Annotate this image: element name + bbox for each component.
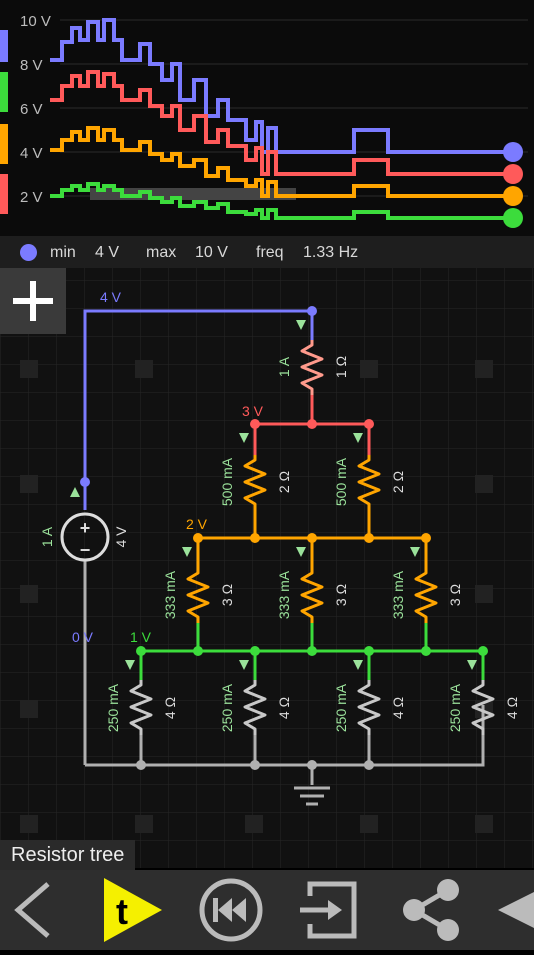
max-value: 10 V (195, 244, 228, 261)
node-voltage-3v: 3 V (242, 403, 264, 419)
channel-handle-red[interactable] (503, 164, 523, 184)
node-voltage-1v: 1 V (130, 629, 152, 645)
rewind-button[interactable] (196, 870, 266, 950)
scope-info-bar: min 4 V max 10 V freq 1.33 Hz (0, 236, 534, 268)
channel-handle-orange[interactable] (503, 186, 523, 206)
r2b-resistance: 2 Ω (390, 471, 406, 493)
axis-label-2v: 2 V (20, 189, 43, 206)
r3b-resistance: 3 Ω (333, 584, 349, 606)
rewind-icon (199, 878, 263, 942)
r4b-resistance: 4 Ω (276, 697, 292, 719)
min-label: min (50, 244, 76, 261)
axis-label-10v: 10 V (20, 13, 51, 30)
bottom-toolbar: t (0, 870, 534, 950)
r4d-current: 250 mA (447, 683, 463, 732)
r1-resistance: 1 Ω (333, 356, 349, 378)
channel-color-orange (0, 124, 8, 164)
next-button[interactable] (496, 870, 534, 950)
channel-color-green (0, 72, 8, 112)
r4d-resistance: 4 Ω (504, 697, 520, 719)
next-icon (498, 892, 534, 928)
svg-text:−: − (80, 540, 91, 560)
r3c-resistance: 3 Ω (447, 584, 463, 606)
node-voltage-ground: 0 V (72, 629, 94, 645)
r3c-current: 333 mA (390, 570, 406, 619)
axis-label-6v: 6 V (20, 101, 43, 118)
r3a-current: 333 mA (162, 570, 178, 619)
channel-handle-blue[interactable] (503, 142, 523, 162)
axis-label-4v: 4 V (20, 145, 43, 162)
channel-color-blue (0, 30, 8, 62)
share-icon (403, 879, 459, 941)
freq-label: freq (256, 244, 284, 261)
r4c-current: 250 mA (333, 683, 349, 732)
play-label: t (116, 891, 128, 932)
back-button[interactable] (0, 870, 64, 950)
axis-label-8v: 8 V (20, 57, 43, 74)
channel-handle-green[interactable] (503, 208, 523, 228)
svg-text:+: + (80, 518, 91, 538)
r4b-current: 250 mA (219, 683, 235, 732)
scope-grid (60, 19, 528, 197)
add-component-button[interactable] (0, 268, 66, 334)
r2a-current: 500 mA (219, 457, 235, 506)
oscilloscope-panel[interactable]: 10 V 8 V 6 V 4 V 2 V (0, 0, 534, 236)
source-voltage: 4 V (113, 526, 129, 548)
r2b-current: 500 mA (333, 457, 349, 506)
circuit-canvas[interactable]: + − 4 V 3 V 2 V 1 V 0 V 1 A 4 V 1 A 1 Ω … (0, 268, 534, 868)
max-label: max (146, 244, 177, 261)
r4a-current: 250 mA (105, 683, 121, 732)
trace-orange (50, 126, 512, 198)
freq-value: 1.33 Hz (303, 244, 359, 261)
play-button[interactable]: t (96, 870, 166, 950)
r4a-resistance: 4 Ω (162, 697, 178, 719)
back-icon (14, 882, 50, 938)
channel-color-red (0, 174, 8, 214)
play-icon: t (104, 878, 162, 942)
node-voltage-2v: 2 V (186, 516, 208, 532)
selected-channel-dot[interactable] (20, 244, 37, 261)
oscilloscope-graph: 10 V 8 V 6 V 4 V 2 V (0, 13, 528, 228)
r4c-resistance: 4 Ω (390, 697, 406, 719)
source-current: 1 A (39, 526, 55, 547)
r3b-current: 333 mA (276, 570, 292, 619)
grid-background (0, 268, 534, 868)
r2a-resistance: 2 Ω (276, 471, 292, 493)
import-icon (300, 881, 357, 939)
node-voltage-top: 4 V (100, 289, 122, 305)
import-button[interactable] (296, 870, 366, 950)
trace-red (50, 70, 512, 176)
r3a-resistance: 3 Ω (219, 584, 235, 606)
circuit-title: Resistor tree (0, 840, 136, 870)
r1-current: 1 A (276, 356, 292, 377)
share-button[interactable] (396, 870, 466, 950)
min-value: 4 V (95, 244, 120, 261)
